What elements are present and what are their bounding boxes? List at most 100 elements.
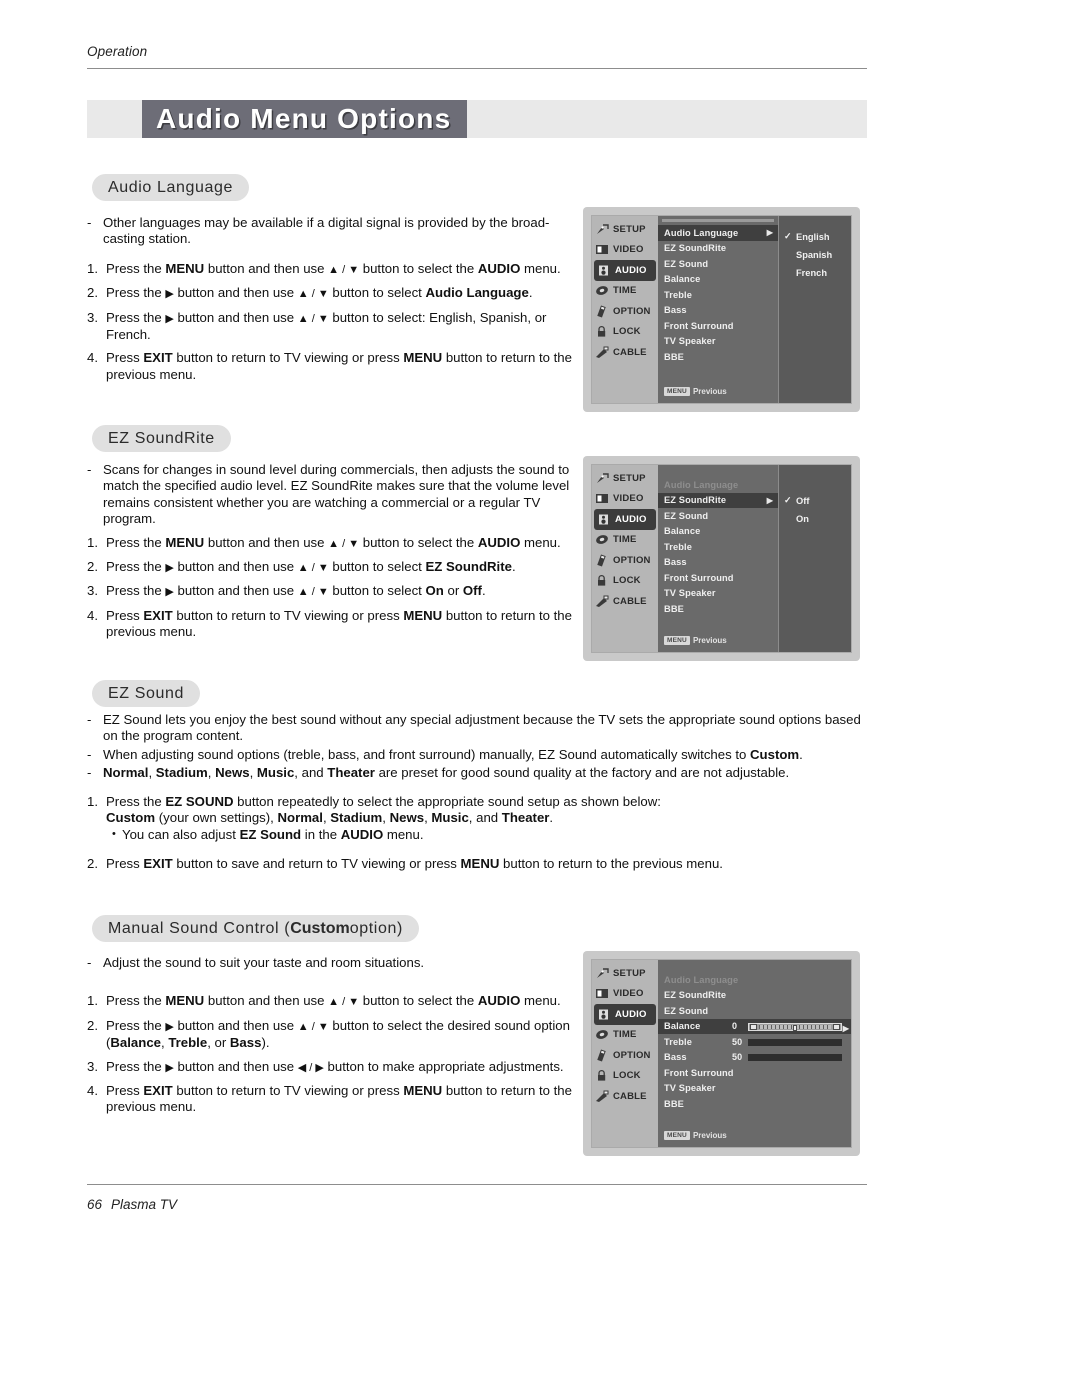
osd-tab-lock[interactable]: LOCK — [592, 1066, 658, 1087]
osd-menu-item[interactable]: Bass — [658, 555, 778, 571]
osd-main: Audio Language EZ SoundRite EZ Sound Bal… — [658, 960, 851, 1147]
clock-icon — [595, 533, 610, 546]
dash-text: EZ Sound lets you enjoy the best sound w… — [103, 712, 861, 744]
osd-tab-cable[interactable]: CABLE — [592, 591, 658, 612]
osd-menu-item[interactable]: Front Surround — [658, 318, 778, 334]
osd-menu-item[interactable]: Audio Language ▶ — [658, 225, 778, 241]
osd-previous-label: Previous — [692, 1131, 727, 1140]
osd-menu-item[interactable]: Treble — [658, 539, 778, 555]
remote-icon — [595, 305, 610, 318]
osd-menu-item[interactable]: BBE — [658, 1096, 851, 1112]
osd-tab-label: OPTION — [613, 554, 651, 566]
step-number: 1. — [87, 260, 98, 276]
osd-tab-cable[interactable]: CABLE — [592, 342, 658, 363]
osd-tab-option[interactable]: OPTION — [592, 301, 658, 322]
osd-menu-item[interactable]: EZ SoundRite ▶ — [658, 492, 778, 508]
dash-item: - EZ Sound lets you enjoy the best sound… — [87, 712, 877, 745]
osd-menu-item[interactable]: TV Speaker — [658, 586, 778, 602]
osd-menu-item[interactable]: BBE — [658, 601, 778, 617]
osd-previous-hint[interactable]: MENU Previous — [664, 387, 727, 396]
osd-menu-item[interactable]: EZ SoundRite — [658, 241, 778, 257]
osd-menu-item[interactable]: Balance — [658, 272, 778, 288]
osd-option[interactable]: ✓ English — [779, 228, 851, 246]
osd-menu-item-bass[interactable]: Bass 50 — [658, 1050, 851, 1066]
numbered-step: 3. Press the ▶ button and then use ◀ / ▶… — [87, 1058, 564, 1074]
osd-tab-audio[interactable]: AUDIO — [594, 1004, 656, 1025]
dash-item: - When adjusting sound options (treble, … — [87, 746, 803, 762]
osd-option[interactable]: French — [779, 264, 851, 282]
dash-marker: - — [87, 955, 92, 970]
key-menu: MENU — [403, 1083, 443, 1099]
remote-icon — [595, 554, 610, 567]
section-heading-manual-sound-control: Manual Sound Control (Custom option) — [92, 915, 419, 942]
osd-tab-video[interactable]: VIDEO — [592, 489, 658, 510]
key-menu: MENU — [403, 607, 443, 623]
osd-option[interactable]: On — [779, 510, 851, 528]
osd-previous-hint[interactable]: MENU Previous — [664, 1131, 727, 1140]
running-head: Operation — [87, 44, 148, 59]
osd-tab-setup[interactable]: SETUP — [592, 963, 658, 984]
osd-tab-video[interactable]: VIDEO — [592, 984, 658, 1005]
osd-menu-item[interactable]: BBE — [658, 349, 778, 365]
osd-menu-list: Audio Language EZ SoundRite EZ Sound Bal… — [658, 960, 851, 1147]
osd-menu-item[interactable]: EZ Sound — [658, 1003, 851, 1019]
osd-tab-audio[interactable]: AUDIO — [594, 509, 656, 530]
osd-tab-audio[interactable]: AUDIO — [594, 260, 656, 281]
osd-menu-item-treble[interactable]: Treble 50 — [658, 1034, 851, 1050]
key-menu: MENU — [460, 855, 500, 871]
check-icon: ✓ — [784, 231, 792, 241]
header-rule — [87, 68, 867, 69]
osd-menu-item-balance[interactable]: Balance 0 ▶ — [658, 1018, 851, 1034]
osd-tab-option[interactable]: OPTION — [592, 1045, 658, 1066]
osd-menu-item[interactable]: Front Surround — [658, 1065, 851, 1081]
padlock-icon — [595, 325, 610, 338]
osd-tab-cable[interactable]: CABLE — [592, 1086, 658, 1107]
treble-slider[interactable] — [748, 1038, 842, 1046]
section-body-manual-sound-control: - Adjust the sound to suit your taste an… — [87, 955, 577, 1123]
osd-sidebar: SETUP VIDEO AUDIO TIME OPTION LOCK CABLE — [592, 960, 658, 1147]
osd-tab-video[interactable]: VIDEO — [592, 240, 658, 261]
osd-tab-setup[interactable]: SETUP — [592, 219, 658, 240]
osd-tab-setup[interactable]: SETUP — [592, 468, 658, 489]
osd-tab-lock[interactable]: LOCK — [592, 571, 658, 592]
padlock-icon — [595, 1069, 610, 1082]
osd-tab-label: AUDIO — [615, 264, 647, 276]
osd-option[interactable]: ✓ Off — [779, 492, 851, 510]
dash-text: Adjust the sound to suit your taste and … — [103, 955, 425, 970]
balance-slider[interactable]: ▶ — [748, 1022, 849, 1033]
chapter-banner: Audio Menu Options — [87, 100, 867, 138]
osd-menu-item[interactable]: TV Speaker — [658, 1081, 851, 1097]
key-menu: MENU — [165, 260, 205, 276]
osd-previous-label: Previous — [692, 636, 727, 645]
chevron-right-icon: ▶ — [766, 495, 773, 505]
osd-tab-label: VIDEO — [613, 988, 644, 1000]
osd-tab-label: SETUP — [613, 223, 646, 235]
dash-item: - Normal, Stadium, News, Music, and Thea… — [87, 765, 790, 781]
osd-menu-item[interactable]: EZ Sound — [658, 508, 778, 524]
osd-previous-hint[interactable]: MENU Previous — [664, 636, 727, 645]
osd-menu-item[interactable]: Balance — [658, 524, 778, 540]
osd-menu-item[interactable]: EZ Sound — [658, 256, 778, 272]
chevron-right-icon: ▶ — [842, 1023, 849, 1033]
osd-menu-item[interactable]: Front Surround — [658, 570, 778, 586]
bass-slider[interactable] — [748, 1054, 842, 1061]
numbered-step: 2. Press EXIT button to save and return … — [87, 855, 723, 871]
osd-tab-label: TIME — [613, 534, 637, 546]
osd-menu-item[interactable]: TV Speaker — [658, 334, 778, 350]
numbered-step: 1. Press the MENU button and then use ▲ … — [87, 993, 561, 1009]
manual-page: Operation Audio Menu Options Audio Langu… — [0, 0, 1080, 1397]
osd-menu-item[interactable]: Bass — [658, 303, 778, 319]
osd-tab-time[interactable]: TIME — [592, 281, 658, 302]
osd-tab-label: LOCK — [613, 575, 641, 587]
osd-tab-time[interactable]: TIME — [592, 1025, 658, 1046]
osd-tab-option[interactable]: OPTION — [592, 550, 658, 571]
bass-value: 50 — [732, 1052, 743, 1063]
osd-menu-item[interactable]: Treble — [658, 287, 778, 303]
satellite-dish-icon — [595, 223, 610, 236]
osd-menu-item[interactable]: EZ SoundRite — [658, 988, 851, 1004]
osd-tab-lock[interactable]: LOCK — [592, 322, 658, 343]
numbered-step: 2. Press the ▶ button and then use ▲ / ▼… — [87, 285, 533, 301]
osd-tab-time[interactable]: TIME — [592, 530, 658, 551]
section-heading-label: EZ SoundRite — [108, 429, 215, 447]
osd-option[interactable]: Spanish — [779, 246, 851, 264]
